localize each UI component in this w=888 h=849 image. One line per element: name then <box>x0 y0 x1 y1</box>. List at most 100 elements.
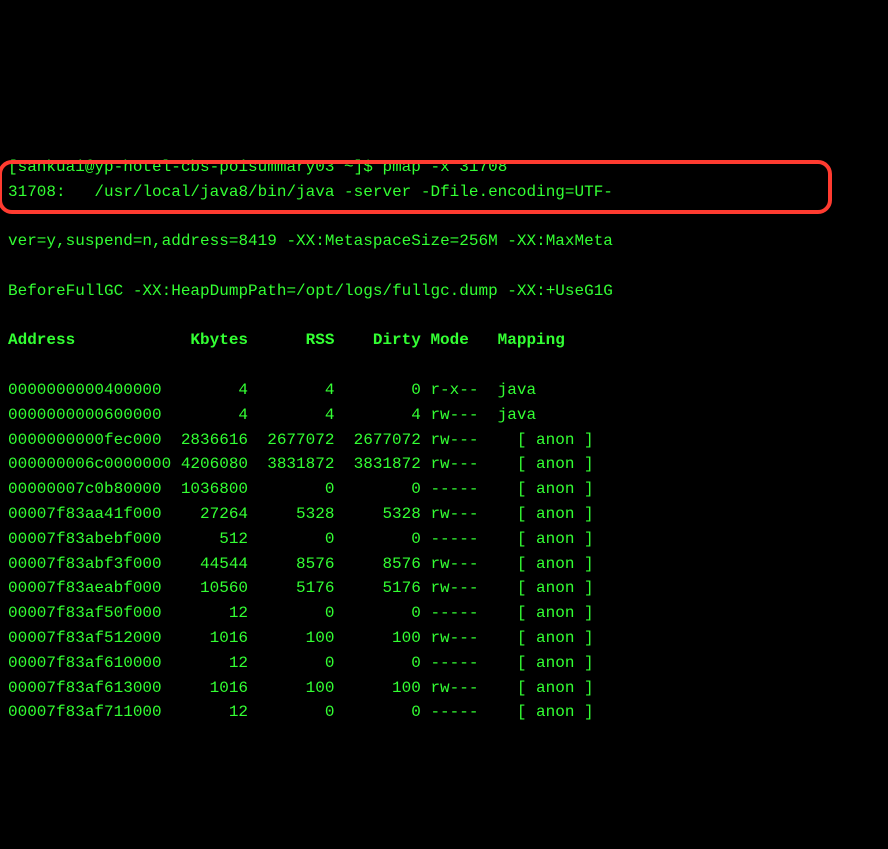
header-rss: RSS <box>258 328 335 353</box>
header-kbytes: Kbytes <box>171 328 248 353</box>
cell-kbytes: 12 <box>171 601 248 626</box>
memory-map-row: 00000007c0b80000 1036800 00 ----- [ anon ] <box>8 477 880 502</box>
cell-dirty: 0 <box>344 378 421 403</box>
cell-kbytes: 512 <box>171 527 248 552</box>
header-mapping: Mapping <box>498 328 565 353</box>
cell-kbytes: 1036800 <box>171 477 248 502</box>
cell-kbytes: 12 <box>171 651 248 676</box>
cell-mapping: [ anon ] <box>498 601 594 626</box>
cell-mode: rw--- <box>430 626 488 651</box>
cell-mode: ----- <box>430 601 488 626</box>
cell-mapping: [ anon ] <box>498 452 594 477</box>
cell-address: 00007f83abf3f000 <box>8 552 162 577</box>
memory-map-row: 00007f83abebf00051200----- [ anon ] <box>8 527 880 552</box>
memory-map-row: 00007f83af613000 1016 100 100 rw--- [ anon ] <box>8 676 880 701</box>
cell-kbytes: 4 <box>171 378 248 403</box>
cell-rss: 0 <box>258 601 335 626</box>
cell-address: 00007f83af512000 <box>8 626 162 651</box>
process-info-line-1: 31708: /usr/local/java8/bin/java -server… <box>8 180 880 205</box>
cell-mapping: [ anon ] <box>498 428 594 453</box>
cell-dirty: 0 <box>344 700 421 725</box>
cell-kbytes: 12 <box>171 700 248 725</box>
cell-mode: ----- <box>430 700 488 725</box>
cell-rss: 5176 <box>258 576 335 601</box>
cell-mode: rw--- <box>430 552 488 577</box>
cell-rss: 4 <box>258 403 335 428</box>
cell-mode: rw--- <box>430 576 488 601</box>
cell-address: 0000000000600000 <box>8 403 162 428</box>
memory-map-row: 0000000000400000440r-x--java <box>8 378 880 403</box>
cell-dirty: 100 <box>344 676 421 701</box>
cell-dirty: 8576 <box>344 552 421 577</box>
cell-kbytes: 4 <box>171 403 248 428</box>
cell-mapping: [ anon ] <box>498 477 594 502</box>
cell-mode: rw--- <box>430 676 488 701</box>
cell-mode: r-x-- <box>430 378 488 403</box>
cell-mapping: [ anon ] <box>498 552 594 577</box>
memory-map-rows: 0000000000400000440r-x--java000000000060… <box>8 378 880 725</box>
cell-rss: 4 <box>258 378 335 403</box>
memory-map-row: 00007f83af512000 1016 100 100 rw--- [ anon ] <box>8 626 880 651</box>
cell-dirty: 5328 <box>344 502 421 527</box>
cell-address: 00007f83af613000 <box>8 676 162 701</box>
cell-rss: 0 <box>258 477 335 502</box>
cell-mapping: [ anon ] <box>498 502 594 527</box>
cell-mapping: java <box>498 403 536 428</box>
cell-rss: 3831872 <box>258 452 335 477</box>
cell-rss: 100 <box>258 626 335 651</box>
cell-address: 000000006c0000000 <box>8 452 162 477</box>
cell-rss: 0 <box>258 700 335 725</box>
cell-address: 00000007c0b80000 <box>8 477 162 502</box>
cell-mapping: [ anon ] <box>498 626 594 651</box>
cell-mode: rw--- <box>430 403 488 428</box>
cell-address: 00007f83af50f000 <box>8 601 162 626</box>
cell-address: 00007f83af711000 <box>8 700 162 725</box>
memory-map-row: 00007f83abf3f0004454485768576rw--- [ ano… <box>8 552 880 577</box>
cell-address: 0000000000fec000 <box>8 428 162 453</box>
cell-rss: 100 <box>258 676 335 701</box>
shell-command[interactable]: pmap -x 31708 <box>382 158 507 176</box>
cell-kbytes: 2836616 <box>171 428 248 453</box>
memory-map-row: 00007f83aeabf0001056051765176rw--- [ ano… <box>8 576 880 601</box>
shell-prompt: [sankuai@yp-hotel-cbs-poisummary03 ~]$ <box>8 158 373 176</box>
header-dirty: Dirty <box>344 328 421 353</box>
header-address: Address <box>8 328 162 353</box>
cell-kbytes: 10560 <box>171 576 248 601</box>
process-info-line-2: ver=y,suspend=n,address=8419 -XX:Metaspa… <box>8 229 880 254</box>
cell-kbytes: 1016 <box>171 676 248 701</box>
cell-dirty: 0 <box>344 477 421 502</box>
memory-map-row: 00007f83af6100001200----- [ anon ] <box>8 651 880 676</box>
cell-rss: 0 <box>258 651 335 676</box>
cell-mapping: java <box>498 378 536 403</box>
memory-map-row: 00007f83af50f000 12 00 ----- [ anon ] <box>8 601 880 626</box>
cell-mode: ----- <box>430 477 488 502</box>
memory-map-row: 00007f83af711000 12 00 ----- [ anon ] <box>8 700 880 725</box>
cell-mapping: [ anon ] <box>498 700 594 725</box>
cell-dirty: 0 <box>344 601 421 626</box>
memory-map-row: 0000000000fec000283661626770722677072rw-… <box>8 428 880 453</box>
header-mode: Mode <box>430 328 488 353</box>
cell-address: 00007f83af610000 <box>8 651 162 676</box>
cell-dirty: 3831872 <box>344 452 421 477</box>
cell-rss: 8576 <box>258 552 335 577</box>
cell-mapping: [ anon ] <box>498 676 594 701</box>
cell-dirty: 4 <box>344 403 421 428</box>
cell-rss: 0 <box>258 527 335 552</box>
process-info-line-3: BeforeFullGC -XX:HeapDumpPath=/opt/logs/… <box>8 279 880 304</box>
cell-dirty: 100 <box>344 626 421 651</box>
cell-mapping: [ anon ] <box>498 651 594 676</box>
cell-kbytes: 27264 <box>171 502 248 527</box>
memory-map-row: 00007f83aa41f0002726453285328rw--- [ ano… <box>8 502 880 527</box>
cell-address: 00007f83abebf000 <box>8 527 162 552</box>
cell-kbytes: 1016 <box>171 626 248 651</box>
cell-mode: rw--- <box>430 452 488 477</box>
cell-mode: rw--- <box>430 428 488 453</box>
cell-address: 0000000000400000 <box>8 378 162 403</box>
cell-mode: ----- <box>430 651 488 676</box>
cell-address: 00007f83aa41f000 <box>8 502 162 527</box>
column-headers: Address Kbytes RSS Dirty Mode Mapping <box>8 328 880 353</box>
cell-mode: ----- <box>430 527 488 552</box>
cell-mapping: [ anon ] <box>498 576 594 601</box>
cell-kbytes: 4206080 <box>171 452 248 477</box>
cell-rss: 5328 <box>258 502 335 527</box>
